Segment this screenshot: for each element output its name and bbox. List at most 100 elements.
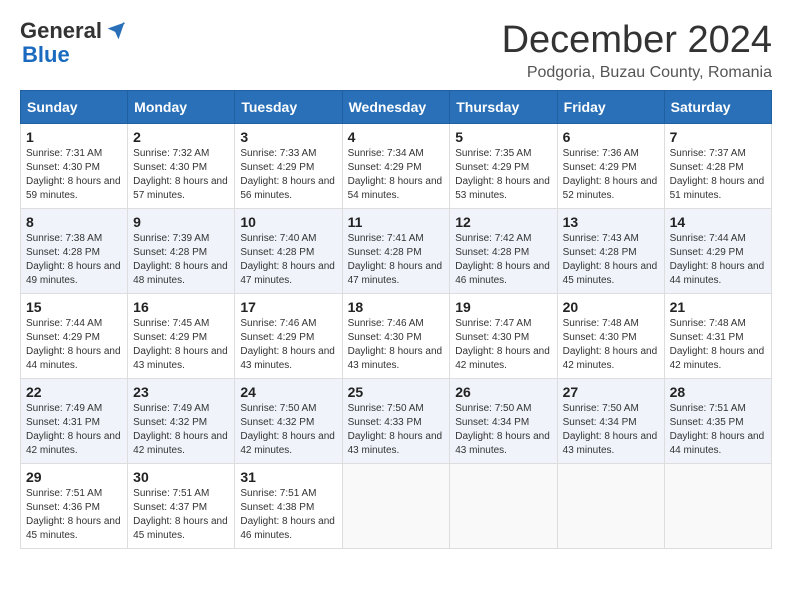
day-info: Sunrise: 7:46 AMSunset: 4:29 PMDaylight:… [240, 317, 336, 373]
day-number: 9 [133, 214, 229, 230]
day-info: Sunrise: 7:49 AMSunset: 4:32 PMDaylight:… [133, 402, 229, 458]
calendar-cell: 12 Sunrise: 7:42 AMSunset: 4:28 PMDayligh… [450, 208, 557, 293]
day-info: Sunrise: 7:32 AMSunset: 4:30 PMDaylight:… [133, 147, 229, 203]
day-number: 19 [455, 299, 551, 315]
day-info: Sunrise: 7:36 AMSunset: 4:29 PMDaylight:… [563, 147, 659, 203]
day-number: 5 [455, 129, 551, 145]
calendar-cell: 23 Sunrise: 7:49 AMSunset: 4:32 PMDayligh… [128, 378, 235, 463]
day-info: Sunrise: 7:49 AMSunset: 4:31 PMDaylight:… [26, 402, 122, 458]
day-info: Sunrise: 7:35 AMSunset: 4:29 PMDaylight:… [455, 147, 551, 203]
page-header: General Blue December 2024 Podgoria, Buz… [20, 20, 772, 82]
calendar-cell: 9 Sunrise: 7:39 AMSunset: 4:28 PMDaylight… [128, 208, 235, 293]
day-number: 11 [348, 214, 445, 230]
logo-blue: Blue [22, 42, 70, 67]
day-info: Sunrise: 7:51 AMSunset: 4:38 PMDaylight:… [240, 487, 336, 543]
day-info: Sunrise: 7:40 AMSunset: 4:28 PMDaylight:… [240, 232, 336, 288]
calendar-cell: 7 Sunrise: 7:37 AMSunset: 4:28 PMDaylight… [664, 123, 771, 208]
calendar-cell: 16Sunrise: 7:45 AMSunset: 4:29 PMDayligh… [128, 293, 235, 378]
calendar-cell: 20Sunrise: 7:48 AMSunset: 4:30 PMDayligh… [557, 293, 664, 378]
day-info: Sunrise: 7:44 AMSunset: 4:29 PMDaylight:… [670, 232, 766, 288]
day-number: 17 [240, 299, 336, 315]
calendar-table: SundayMondayTuesdayWednesdayThursdayFrid… [20, 90, 772, 549]
day-number: 25 [348, 384, 445, 400]
day-number: 29 [26, 469, 122, 485]
calendar-cell: 11 Sunrise: 7:41 AMSunset: 4:28 PMDayligh… [342, 208, 450, 293]
calendar-cell: 13 Sunrise: 7:43 AMSunset: 4:28 PMDayligh… [557, 208, 664, 293]
day-number: 3 [240, 129, 336, 145]
calendar-cell: 19Sunrise: 7:47 AMSunset: 4:30 PMDayligh… [450, 293, 557, 378]
day-number: 23 [133, 384, 229, 400]
calendar-cell: 31 Sunrise: 7:51 AMSunset: 4:38 PMDayligh… [235, 463, 342, 548]
calendar-body: 1 Sunrise: 7:31 AMSunset: 4:30 PMDaylight… [21, 123, 772, 548]
calendar-cell [557, 463, 664, 548]
calendar-header-row: SundayMondayTuesdayWednesdayThursdayFrid… [21, 90, 772, 123]
day-info: Sunrise: 7:45 AMSunset: 4:29 PMDaylight:… [133, 317, 229, 373]
weekday-header-monday: Monday [128, 90, 235, 123]
weekday-header-saturday: Saturday [664, 90, 771, 123]
logo-bird-icon [106, 21, 126, 41]
day-info: Sunrise: 7:37 AMSunset: 4:28 PMDaylight:… [670, 147, 766, 203]
calendar-cell: 27 Sunrise: 7:50 AMSunset: 4:34 PMDayligh… [557, 378, 664, 463]
weekday-header-friday: Friday [557, 90, 664, 123]
calendar-cell: 22 Sunrise: 7:49 AMSunset: 4:31 PMDayligh… [21, 378, 128, 463]
day-number: 21 [670, 299, 766, 315]
calendar-cell: 26Sunrise: 7:50 AMSunset: 4:34 PMDayligh… [450, 378, 557, 463]
calendar-cell: 30 Sunrise: 7:51 AMSunset: 4:37 PMDayligh… [128, 463, 235, 548]
day-info: Sunrise: 7:50 AMSunset: 4:33 PMDaylight:… [348, 402, 445, 458]
day-number: 7 [670, 129, 766, 145]
day-number: 30 [133, 469, 229, 485]
calendar-cell: 1 Sunrise: 7:31 AMSunset: 4:30 PMDaylight… [21, 123, 128, 208]
day-number: 1 [26, 129, 122, 145]
day-info: Sunrise: 7:33 AMSunset: 4:29 PMDaylight:… [240, 147, 336, 203]
day-info: Sunrise: 7:41 AMSunset: 4:28 PMDaylight:… [348, 232, 445, 288]
weekday-header-thursday: Thursday [450, 90, 557, 123]
day-number: 27 [563, 384, 659, 400]
calendar-cell: 6Sunrise: 7:36 AMSunset: 4:29 PMDaylight… [557, 123, 664, 208]
day-number: 15 [26, 299, 122, 315]
calendar-week-2: 8 Sunrise: 7:38 AMSunset: 4:28 PMDaylight… [21, 208, 772, 293]
day-info: Sunrise: 7:51 AMSunset: 4:36 PMDaylight:… [26, 487, 122, 543]
calendar-cell [664, 463, 771, 548]
day-number: 22 [26, 384, 122, 400]
day-number: 13 [563, 214, 659, 230]
day-number: 28 [670, 384, 766, 400]
day-info: Sunrise: 7:42 AMSunset: 4:28 PMDaylight:… [455, 232, 551, 288]
day-number: 12 [455, 214, 551, 230]
calendar-week-1: 1 Sunrise: 7:31 AMSunset: 4:30 PMDaylight… [21, 123, 772, 208]
logo-general: General [20, 20, 102, 42]
day-info: Sunrise: 7:50 AMSunset: 4:32 PMDaylight:… [240, 402, 336, 458]
day-info: Sunrise: 7:46 AMSunset: 4:30 PMDaylight:… [348, 317, 445, 373]
day-number: 4 [348, 129, 445, 145]
day-number: 31 [240, 469, 336, 485]
day-info: Sunrise: 7:51 AMSunset: 4:37 PMDaylight:… [133, 487, 229, 543]
weekday-header-sunday: Sunday [21, 90, 128, 123]
location-title: Podgoria, Buzau County, Romania [502, 64, 772, 82]
calendar-cell: 24 Sunrise: 7:50 AMSunset: 4:32 PMDayligh… [235, 378, 342, 463]
calendar-cell: 17 Sunrise: 7:46 AMSunset: 4:29 PMDayligh… [235, 293, 342, 378]
day-info: Sunrise: 7:48 AMSunset: 4:30 PMDaylight:… [563, 317, 659, 373]
day-info: Sunrise: 7:43 AMSunset: 4:28 PMDaylight:… [563, 232, 659, 288]
day-number: 14 [670, 214, 766, 230]
calendar-cell: 28 Sunrise: 7:51 AMSunset: 4:35 PMDayligh… [664, 378, 771, 463]
day-info: Sunrise: 7:50 AMSunset: 4:34 PMDaylight:… [563, 402, 659, 458]
calendar-week-4: 22 Sunrise: 7:49 AMSunset: 4:31 PMDayligh… [21, 378, 772, 463]
day-number: 18 [348, 299, 445, 315]
calendar-cell: 2 Sunrise: 7:32 AMSunset: 4:30 PMDaylight… [128, 123, 235, 208]
calendar-cell: 4Sunrise: 7:34 AMSunset: 4:29 PMDaylight… [342, 123, 450, 208]
calendar-cell: 18 Sunrise: 7:46 AMSunset: 4:30 PMDayligh… [342, 293, 450, 378]
weekday-header-wednesday: Wednesday [342, 90, 450, 123]
day-info: Sunrise: 7:39 AMSunset: 4:28 PMDaylight:… [133, 232, 229, 288]
calendar-cell: 8 Sunrise: 7:38 AMSunset: 4:28 PMDaylight… [21, 208, 128, 293]
calendar-week-5: 29 Sunrise: 7:51 AMSunset: 4:36 PMDayligh… [21, 463, 772, 548]
day-number: 8 [26, 214, 122, 230]
calendar-cell: 29 Sunrise: 7:51 AMSunset: 4:36 PMDayligh… [21, 463, 128, 548]
day-info: Sunrise: 7:51 AMSunset: 4:35 PMDaylight:… [670, 402, 766, 458]
day-info: Sunrise: 7:38 AMSunset: 4:28 PMDaylight:… [26, 232, 122, 288]
month-title: December 2024 [502, 20, 772, 62]
day-number: 2 [133, 129, 229, 145]
day-info: Sunrise: 7:31 AMSunset: 4:30 PMDaylight:… [26, 147, 122, 203]
day-number: 26 [455, 384, 551, 400]
day-number: 24 [240, 384, 336, 400]
calendar-cell: 15Sunrise: 7:44 AMSunset: 4:29 PMDayligh… [21, 293, 128, 378]
calendar-cell [450, 463, 557, 548]
